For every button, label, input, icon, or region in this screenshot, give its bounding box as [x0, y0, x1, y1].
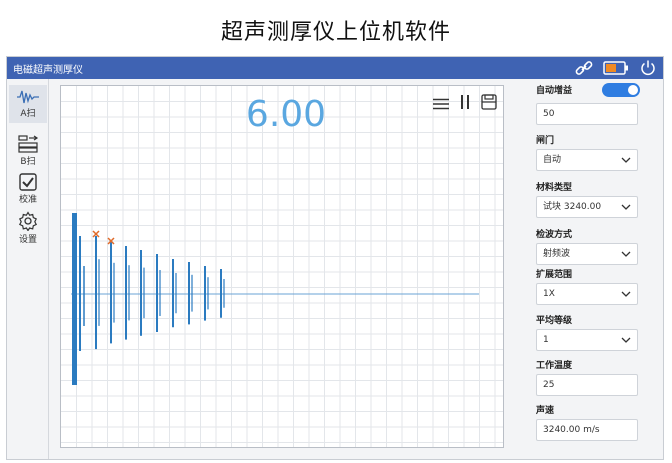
- sidebar-item-label: 设置: [18, 235, 37, 245]
- sidebar-item-a-scan[interactable]: A扫: [9, 85, 47, 123]
- titlebar-icons: [575, 58, 657, 78]
- gain-value-field[interactable]: 50: [536, 103, 638, 125]
- chevron-down-icon: [621, 251, 631, 257]
- a-scan-icon: [17, 90, 39, 104]
- velocity-input[interactable]: 3240.00 m/s: [536, 419, 638, 441]
- range-value: 1X: [543, 289, 555, 299]
- screenshot-root: 超声测厚仪上位机软件 电磁超声测厚仪 A扫 B扫 校准 设置 6.00 自动增益…: [0, 0, 672, 463]
- chevron-down-icon: [621, 337, 631, 343]
- menu-icon[interactable]: [433, 95, 449, 114]
- detect-mode-label: 检波方式: [536, 230, 573, 240]
- temperature-input[interactable]: 25: [536, 374, 638, 396]
- average-select[interactable]: 1: [536, 329, 638, 351]
- thickness-readout: 6.00: [245, 94, 327, 135]
- save-icon[interactable]: [481, 94, 497, 114]
- gear-icon: [18, 211, 38, 231]
- initial-pulse: [72, 213, 77, 385]
- material-select[interactable]: 试块 3240.00: [536, 196, 638, 218]
- sidebar-item-calibrate[interactable]: 校准: [9, 169, 47, 207]
- chevron-down-icon: [621, 291, 631, 297]
- sidebar-item-label: B扫: [20, 157, 36, 167]
- average-label: 平均等级: [536, 316, 573, 326]
- b-scan-icon: [18, 135, 39, 153]
- a-scan-plot[interactable]: 6.00: [60, 85, 504, 448]
- auto-gain-label: 自动增益: [536, 86, 573, 96]
- pause-icon[interactable]: [459, 94, 471, 114]
- average-value: 1: [543, 335, 549, 345]
- sidebar-item-b-scan[interactable]: B扫: [9, 131, 47, 169]
- app-title: 电磁超声测厚仪: [13, 65, 83, 76]
- plot-toolbar: [433, 94, 497, 114]
- gate-label: 闸门: [536, 136, 555, 146]
- sidebar: A扫 B扫 校准 设置: [7, 79, 49, 459]
- chevron-down-icon: [621, 204, 631, 210]
- detect-mode-select[interactable]: 射频波: [536, 243, 638, 265]
- material-label: 材料类型: [536, 183, 573, 193]
- chevron-down-icon: [621, 157, 631, 163]
- velocity-label: 声速: [536, 406, 555, 416]
- range-select[interactable]: 1X: [536, 283, 638, 305]
- temperature-label: 工作温度: [536, 361, 573, 371]
- gate-select[interactable]: 自动: [536, 149, 638, 171]
- range-label: 扩展范围: [536, 270, 573, 280]
- gate-value: 自动: [543, 155, 562, 165]
- material-value: 试块 3240.00: [543, 202, 602, 212]
- waveform-canvas: [61, 86, 503, 447]
- battery-icon: [603, 61, 629, 75]
- page-caption: 超声测厚仪上位机软件: [220, 20, 451, 45]
- check-icon: [19, 173, 37, 191]
- power-icon[interactable]: [639, 59, 657, 77]
- link-icon[interactable]: [575, 60, 593, 76]
- detect-mode-value: 射频波: [543, 249, 571, 259]
- title-bar: 电磁超声测厚仪: [7, 57, 663, 79]
- sidebar-item-settings[interactable]: 设置: [9, 207, 47, 245]
- sidebar-item-label: 校准: [18, 195, 37, 205]
- app-window: 电磁超声测厚仪 A扫 B扫 校准 设置 6.00 自动增益 50 闸门 自动 材…: [6, 56, 664, 460]
- auto-gain-toggle[interactable]: [602, 83, 640, 97]
- sidebar-item-label: A扫: [20, 109, 36, 119]
